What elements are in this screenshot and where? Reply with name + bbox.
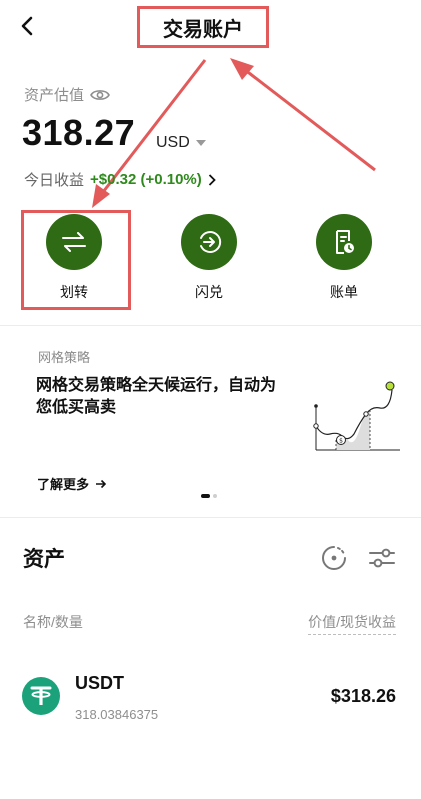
carousel-dots <box>201 494 217 498</box>
currency-label: USD <box>156 134 190 151</box>
assets-title: 资产 <box>23 548 65 571</box>
promo-text: 网格交易策略全天候运行，自动为您低买高卖 <box>36 377 277 416</box>
history-icon[interactable] <box>320 544 348 572</box>
arrow-right-icon <box>96 479 107 488</box>
flash-convert-icon <box>181 214 237 270</box>
today-pnl-label: 今日收益 <box>24 172 85 189</box>
bill-label: 账单 <box>330 284 358 300</box>
svg-text:$: $ <box>339 438 343 445</box>
coin-amount: 318.03846375 <box>75 707 159 722</box>
column-header-name: 名称/数量 <box>23 614 83 630</box>
annotation-highlight-box <box>21 210 131 310</box>
today-pnl-value: +$0.32 (+0.10%) <box>90 171 202 188</box>
asset-valuation-text: 资产估值 <box>24 87 85 104</box>
chevron-right-icon <box>208 173 216 186</box>
eye-icon[interactable] <box>90 88 110 102</box>
divider <box>0 517 421 518</box>
carousel-dot-active <box>201 494 210 498</box>
flash-convert-action[interactable]: 闪兑 <box>164 214 254 302</box>
caret-down-icon <box>195 140 206 146</box>
learn-more-label: 了解更多 <box>37 477 90 492</box>
learn-more-link[interactable]: 了解更多 <box>37 474 107 493</box>
column-header-value[interactable]: 价值/现货收益 <box>308 612 396 635</box>
currency-selector[interactable]: USD <box>156 134 206 152</box>
flash-convert-label: 闪兑 <box>195 284 223 300</box>
coin-value: $318.26 <box>330 686 396 706</box>
promo-title: 网格策略 <box>38 350 91 365</box>
coin-name: USDT <box>75 673 124 693</box>
bill-action[interactable]: 账单 <box>299 214 389 302</box>
carousel-dot <box>213 494 217 498</box>
asset-valuation-label: 资产估值 <box>24 84 110 105</box>
bill-document-icon <box>316 214 372 270</box>
grid-strategy-illustration: $ <box>313 381 400 451</box>
today-pnl-row[interactable]: 今日收益 +$0.32 (+0.10%) <box>24 169 216 190</box>
usdt-icon <box>22 677 60 715</box>
filter-sliders-icon[interactable] <box>367 544 397 572</box>
asset-value: 318.27 <box>22 112 136 153</box>
